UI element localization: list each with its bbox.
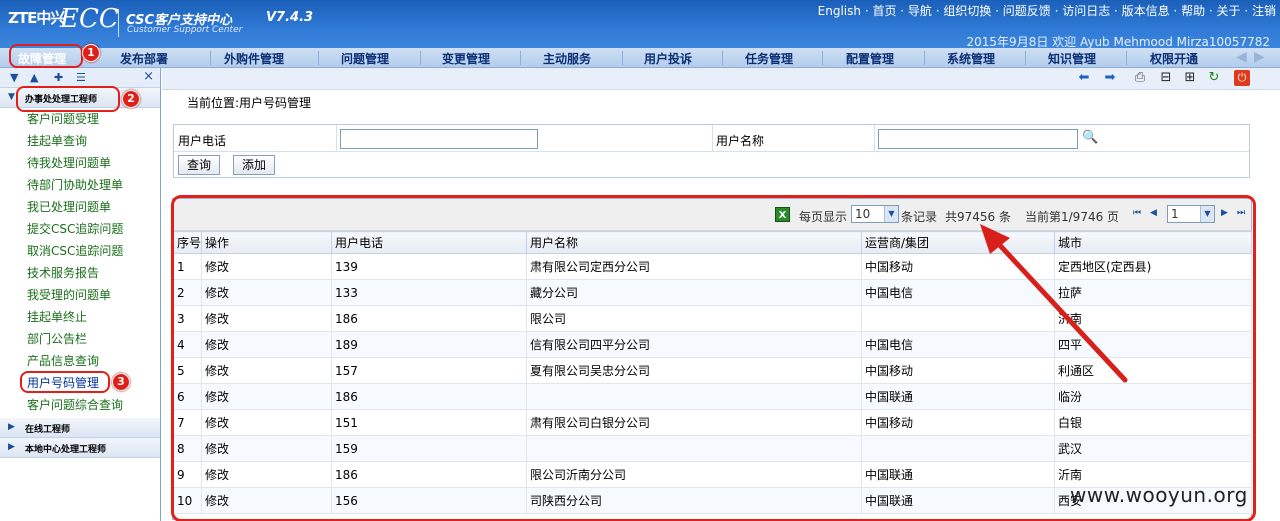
add-button[interactable]: 添加 — [233, 155, 276, 175]
menu-proactive-service[interactable]: 主动服务 — [543, 50, 591, 67]
sidebar-item-my-accepted[interactable]: 我受理的问题单 — [0, 284, 160, 306]
menu-divider — [520, 51, 521, 65]
add-icon[interactable]: ✚ — [54, 71, 63, 84]
button-row: 查询 添加 — [174, 152, 1249, 178]
close-icon[interactable]: × — [143, 69, 154, 84]
menu-divider — [1126, 51, 1127, 65]
list-icon[interactable]: ☰ — [76, 71, 86, 84]
app-title-en: Customer Support Center — [127, 25, 243, 35]
cell-divider — [874, 125, 875, 152]
back-arrow-icon[interactable]: ⬅ — [1076, 70, 1092, 86]
sidebar-group-label: 在线工程师 — [25, 425, 71, 435]
collapse-all-icon[interactable]: ▲ — [30, 71, 38, 84]
menu-divider — [1025, 51, 1026, 65]
name-label: 用户名称 — [716, 134, 765, 148]
annotation-badge-2: 2 — [122, 90, 140, 108]
menu-divider — [420, 51, 421, 65]
menu-scroll-left-icon[interactable]: ◀ — [1236, 49, 1247, 65]
collapse-triangle-icon: ▼ — [8, 92, 15, 102]
watermark: www.wooyun.org — [1070, 483, 1248, 507]
expand-triangle-icon: ▶ — [8, 442, 15, 452]
sidebar-item-pending-issues[interactable]: 待我处理问题单 — [0, 152, 160, 174]
header-bar: ZTE中兴 ECC CSC客户支持中心 Customer Support Cen… — [0, 0, 1280, 49]
sidebar-item-suspended-query[interactable]: 挂起单查询 — [0, 130, 160, 152]
search-panel: 用户电话 用户名称 🔍 查询 添加 — [173, 124, 1250, 178]
annotation-badge-1: 1 — [82, 44, 100, 62]
forward-arrow-icon[interactable]: ➡ — [1102, 70, 1118, 86]
cell-divider — [336, 125, 337, 152]
menu-scroll-right-icon[interactable]: ▶ — [1254, 49, 1265, 65]
ecc-logo: ECC — [60, 4, 119, 34]
annotation-box-grid — [171, 195, 1256, 521]
content-toolbar: ⬅ ➡ ⎙ ⊟ ⊞ ↻ ⏻ — [162, 68, 1280, 90]
menu-release-deploy[interactable]: 发布部署 — [120, 50, 168, 67]
annotation-ring-item — [20, 371, 110, 393]
power-icon[interactable]: ⏻ — [1234, 70, 1250, 86]
breadcrumb: 当前位置:用户号码管理 — [187, 96, 312, 110]
sidebar-item-dept-bulletin[interactable]: 部门公告栏 — [0, 328, 160, 350]
sidebar-item-issue-overview[interactable]: 客户问题综合查询 — [0, 394, 160, 416]
sidebar-item-submit-csc-track[interactable]: 提交CSC追踪问题 — [0, 218, 160, 240]
menu-divider — [722, 51, 723, 65]
search-icon[interactable]: 🔍 — [1082, 130, 1098, 145]
main-content: ⬅ ➡ ⎙ ⊟ ⊞ ↻ ⏻ 当前位置:用户号码管理 用户电话 用户名称 🔍 查询… — [162, 68, 1280, 521]
sidebar-group-local-center-engineer[interactable]: ▶ 本地中心处理工程师 — [0, 438, 160, 458]
top-links[interactable]: English · 首页 · 导航 · 组织切换 · 问题反馈 · 访问日志 ·… — [818, 2, 1276, 19]
menu-divider — [318, 51, 319, 65]
menu-divider — [210, 51, 211, 65]
expand-triangle-icon: ▶ — [8, 422, 15, 432]
minimize-icon[interactable]: ⊟ — [1158, 70, 1174, 86]
zte-logo: ZTE中兴 — [8, 9, 65, 27]
main-menu: 故障管理 发布部署 外购件管理 问题管理 变更管理 主动服务 用户投诉 任务管理… — [0, 48, 1280, 68]
menu-problem-management[interactable]: 问题管理 — [341, 50, 389, 67]
name-input[interactable] — [878, 129, 1078, 149]
sidebar-item-product-info[interactable]: 产品信息查询 — [0, 350, 160, 372]
print-icon[interactable]: ⎙ — [1132, 70, 1148, 86]
annotation-badge-3: 3 — [112, 373, 130, 391]
expand-all-icon[interactable]: ▼ — [10, 71, 18, 84]
menu-divider — [622, 51, 623, 65]
logo-divider — [118, 9, 119, 37]
maximize-icon[interactable]: ⊞ — [1182, 70, 1198, 86]
search-row: 用户电话 用户名称 🔍 — [174, 125, 1249, 152]
annotation-ring-group — [16, 86, 120, 112]
phone-label: 用户电话 — [178, 134, 227, 148]
version-label: V7.4.3 — [266, 10, 314, 25]
menu-divider — [924, 51, 925, 65]
menu-permission[interactable]: 权限开通 — [1150, 50, 1198, 67]
sidebar-item-suspend-terminate[interactable]: 挂起单终止 — [0, 306, 160, 328]
query-button[interactable]: 查询 — [178, 155, 221, 175]
cell-divider — [712, 125, 713, 152]
sidebar-group-online-engineer[interactable]: ▶ 在线工程师 — [0, 418, 160, 438]
menu-task-management[interactable]: 任务管理 — [745, 50, 793, 67]
annotation-ring-menu — [9, 44, 83, 68]
sidebar-item-processed-issues[interactable]: 我已处理问题单 — [0, 196, 160, 218]
phone-input[interactable] — [340, 129, 538, 149]
menu-knowledge-management[interactable]: 知识管理 — [1048, 50, 1096, 67]
sidebar-item-tech-report[interactable]: 技术服务报告 — [0, 262, 160, 284]
menu-divider — [822, 51, 823, 65]
menu-user-complaint[interactable]: 用户投诉 — [644, 50, 692, 67]
sidebar-group-label: 本地中心处理工程师 — [25, 445, 107, 455]
sidebar-item-cancel-csc-track[interactable]: 取消CSC追踪问题 — [0, 240, 160, 262]
sidebar-item-dept-assist[interactable]: 待部门协助处理单 — [0, 174, 160, 196]
menu-system-management[interactable]: 系统管理 — [947, 50, 995, 67]
menu-purchased-parts[interactable]: 外购件管理 — [224, 50, 284, 67]
sidebar-toolbar: ▼ ▲ ✚ ☰ × — [0, 68, 160, 88]
refresh-icon[interactable]: ↻ — [1206, 70, 1222, 86]
menu-change-management[interactable]: 变更管理 — [442, 50, 490, 67]
sidebar: ▼ ▲ ✚ ☰ × ▼ 办事处处理工程师 客户问题受理 挂起单查询 待我处理问题… — [0, 68, 161, 521]
menu-config-management[interactable]: 配置管理 — [846, 50, 894, 67]
